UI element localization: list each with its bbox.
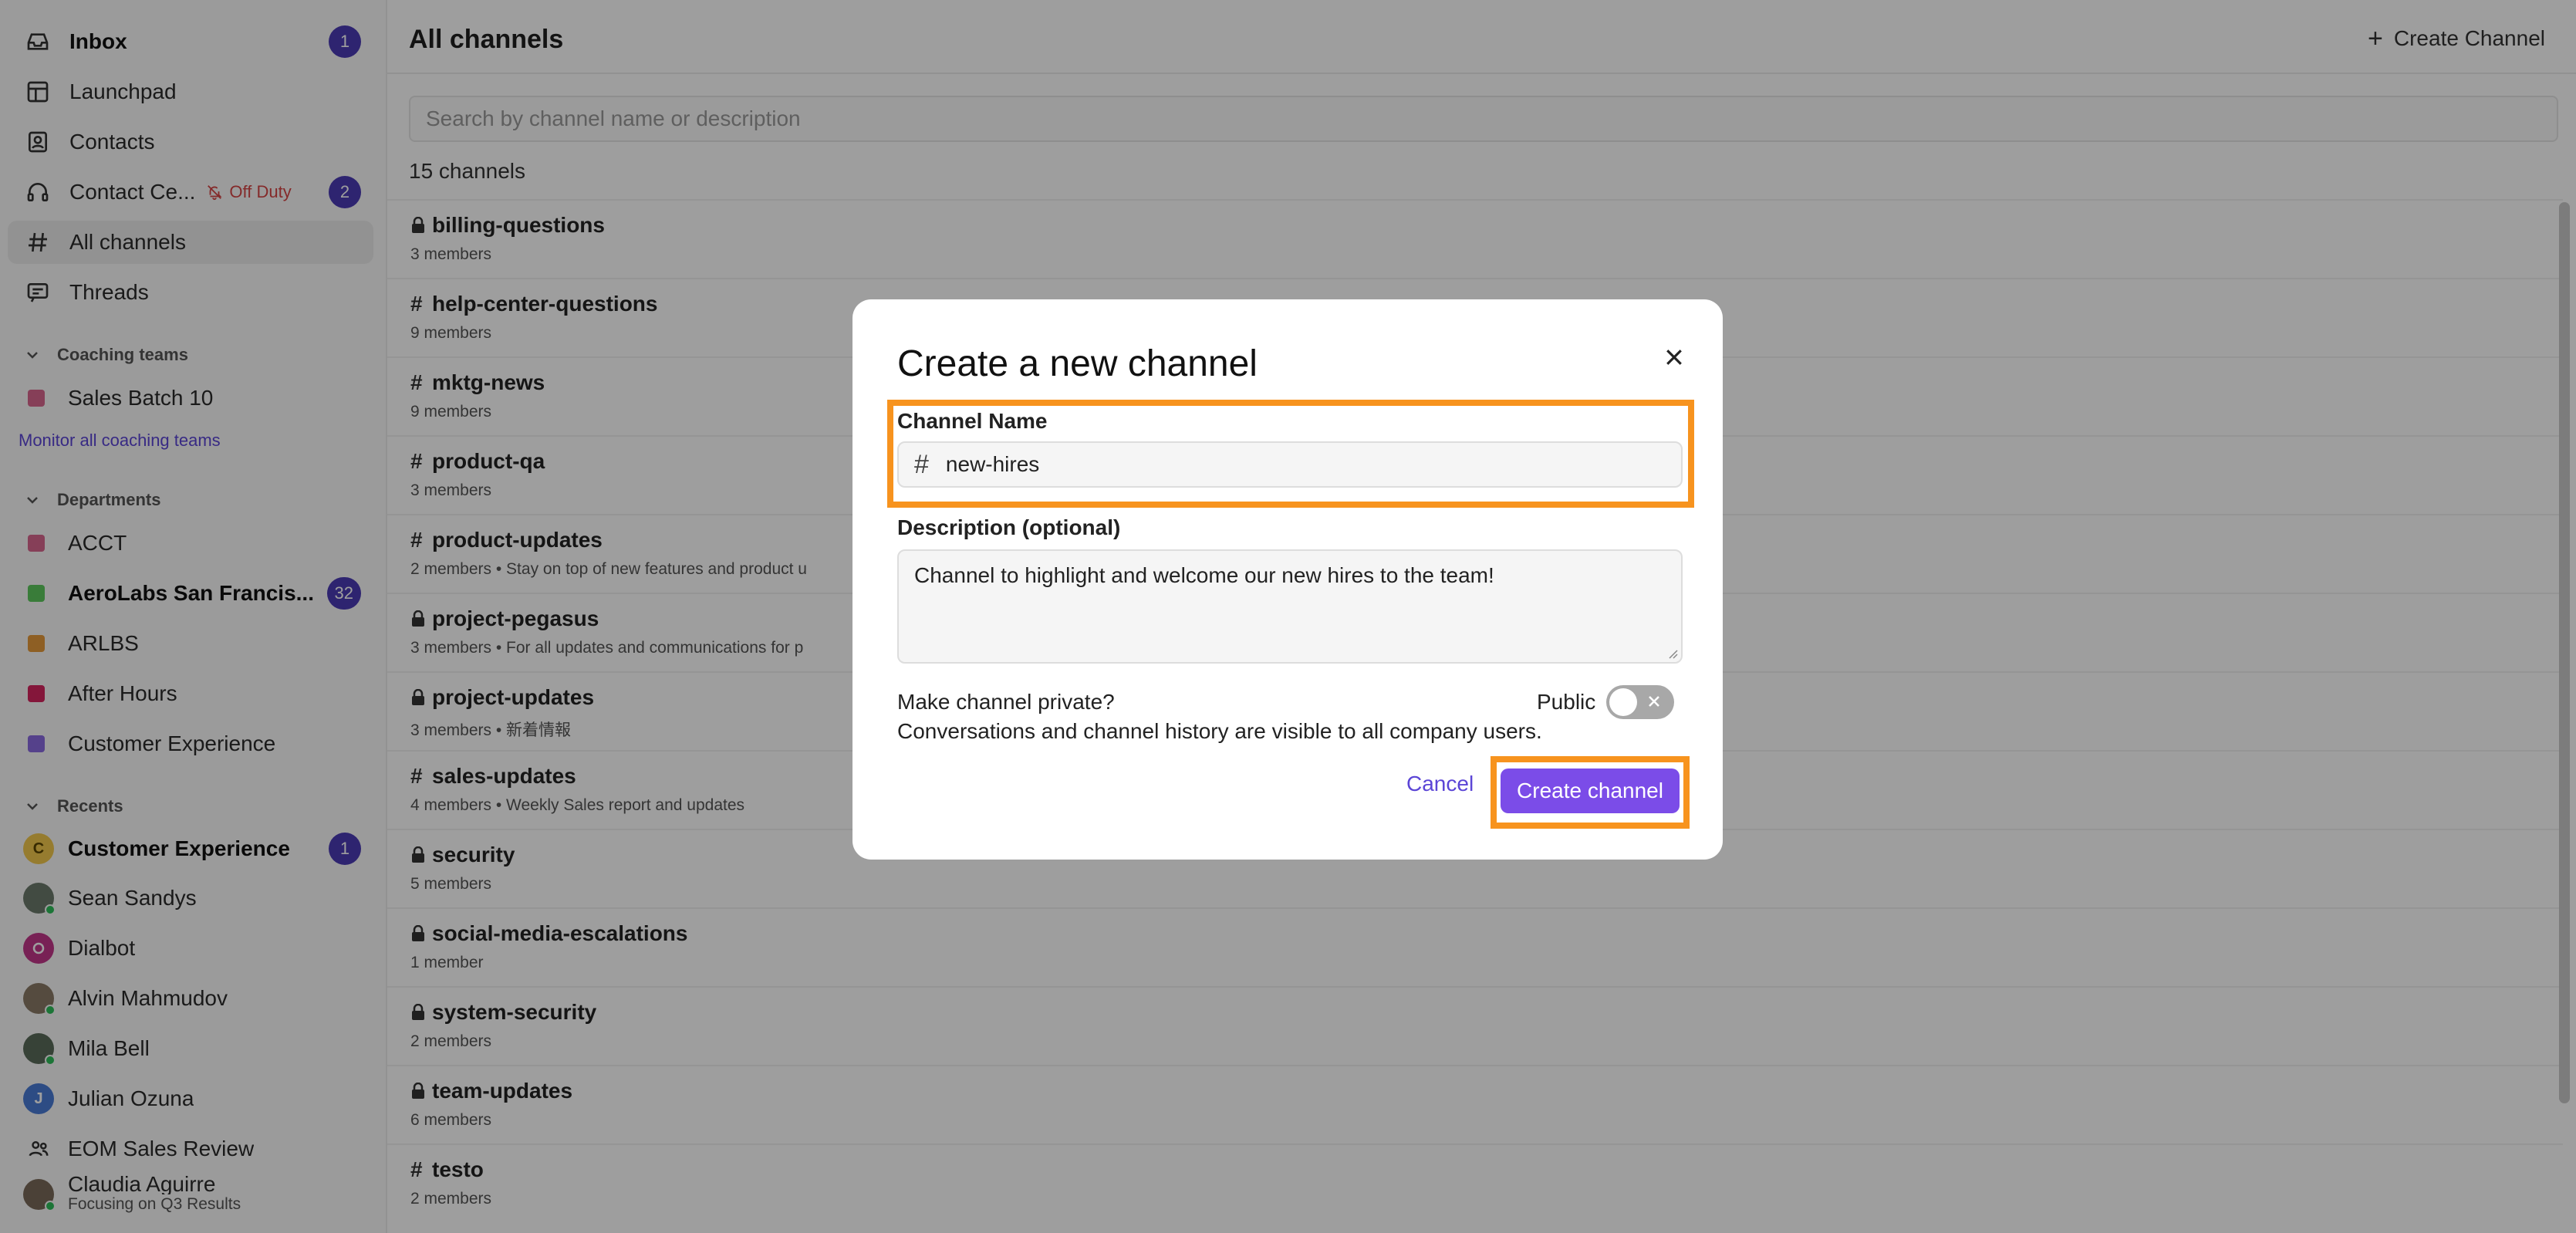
private-description: Conversations and channel history are vi… [897,719,1542,743]
close-icon [1666,350,1682,365]
toggle-knob [1609,688,1637,716]
close-button[interactable] [1655,338,1693,377]
dialog-title: Create a new channel [897,343,1258,384]
toggle-label: Public [1537,690,1596,714]
channel-name-label: Channel Name [897,409,1048,433]
description-label: Description (optional) [897,515,1121,539]
close-icon [1649,696,1659,707]
cancel-button[interactable]: Cancel [1406,762,1474,806]
description-textarea[interactable]: Channel to highlight and welcome our new… [897,549,1683,664]
create-channel-button[interactable]: Create channel [1501,769,1680,813]
hash-icon: # [914,449,929,479]
create-channel-dialog: Create a new channel Channel Name # new-… [852,299,1723,860]
channel-name-value: new-hires [945,452,1040,476]
description-value: Channel to highlight and welcome our new… [914,563,1494,587]
private-question: Make channel private? [897,690,1115,714]
channel-name-input[interactable]: # new-hires [897,441,1683,488]
resize-handle-icon [1669,650,1678,659]
private-toggle[interactable] [1606,685,1674,719]
